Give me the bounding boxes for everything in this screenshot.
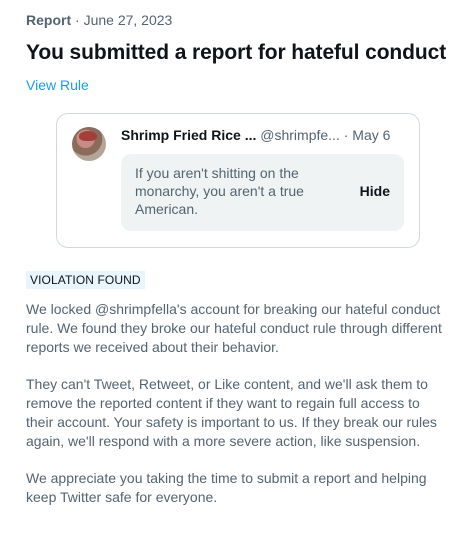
report-date: June 27, 2023	[83, 12, 173, 28]
tweet-author-name[interactable]: Shrimp Fried Rice ...	[121, 127, 256, 143]
tweet-date[interactable]: May 6	[352, 127, 390, 143]
paragraph-2: They can't Tweet, Retweet, or Like conte…	[26, 376, 437, 449]
tweet-text: If you aren't shitting on the monarchy, …	[135, 165, 304, 217]
tweet-header: Shrimp Fried Rice ... @shrimpfe... · May…	[121, 126, 390, 144]
page-title: You submitted a report for hateful condu…	[26, 41, 447, 64]
report-detail-page: Report · June 27, 2023 You submitted a r…	[0, 0, 474, 542]
meta-separator: ·	[71, 12, 84, 28]
view-rule-link[interactable]: View Rule	[26, 75, 89, 95]
hidden-tweet-content: If you aren't shitting on the monarchy, …	[121, 154, 404, 231]
report-type-label: Report	[26, 12, 72, 28]
avatar[interactable]	[72, 127, 106, 161]
hide-button[interactable]: Hide	[360, 183, 390, 199]
paragraph-1: We locked @shrimpfella's account for bre…	[26, 301, 442, 355]
reported-tweet-card[interactable]: Shrimp Fried Rice ... @shrimpfe... · May…	[56, 113, 420, 248]
paragraph-3: We appreciate you taking the time to sub…	[26, 470, 427, 505]
status-badge: VIOLATION FOUND	[26, 271, 145, 289]
tweet-separator: ·	[339, 127, 353, 143]
tweet-author-handle: @shrimpfe...	[260, 127, 340, 143]
report-meta: Report · June 27, 2023	[26, 10, 448, 30]
